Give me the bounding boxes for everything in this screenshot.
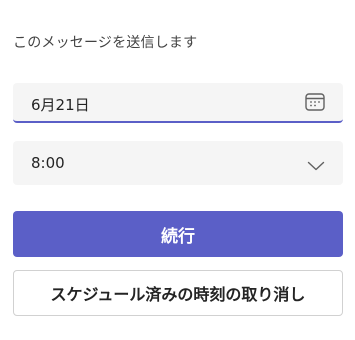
chevron-down-icon[interactable] — [307, 157, 325, 171]
cancel-scheduled-time-button[interactable]: スケジュール済みの時刻の取り消し — [13, 270, 343, 316]
time-dropdown[interactable]: 8:00 — [13, 141, 343, 185]
calendar-icon[interactable] — [305, 93, 325, 111]
date-picker[interactable]: 6月21日 — [13, 83, 343, 123]
panel-heading: このメッセージを送信します — [13, 35, 198, 51]
time-value: 8:00 — [31, 154, 65, 172]
date-value: 6月21日 — [31, 96, 90, 114]
continue-button[interactable]: 続行 — [13, 211, 343, 257]
